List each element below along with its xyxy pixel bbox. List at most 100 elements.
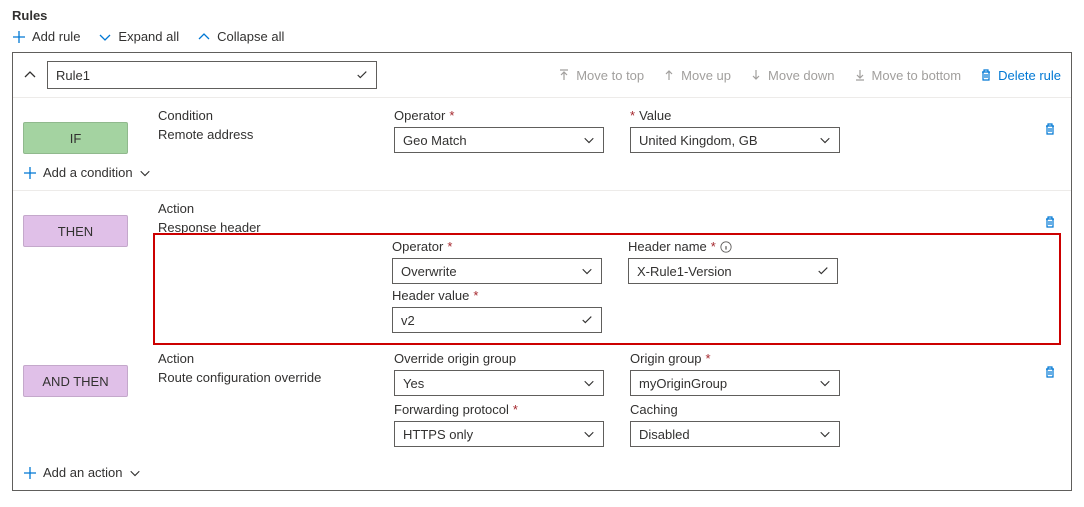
expand-all-label: Expand all xyxy=(118,29,179,44)
chevron-down-icon xyxy=(583,377,595,389)
rules-toolbar: Add rule Expand all Collapse all xyxy=(12,29,1072,44)
caching-label: Caching xyxy=(630,402,860,417)
origin-group-label: Origin group xyxy=(630,351,702,366)
required-marker: * xyxy=(513,402,518,417)
override-origin-value: Yes xyxy=(403,376,424,391)
chevron-down-icon xyxy=(819,134,831,146)
action2-value: Route configuration override xyxy=(158,370,388,385)
trash-icon xyxy=(1043,122,1057,136)
required-marker: * xyxy=(630,108,635,123)
if-section: IF Condition Remote address Operator * G… xyxy=(13,98,1071,159)
add-condition-button[interactable]: Add a condition xyxy=(13,159,1071,190)
trash-icon xyxy=(1043,215,1057,229)
rule-header: Rule1 Move to top Move up Move down Move… xyxy=(13,53,1071,97)
add-action-button[interactable]: Add an action xyxy=(13,459,1071,490)
value-label: Value xyxy=(639,108,671,123)
chevron-down-icon xyxy=(139,167,151,179)
move-bottom-label: Move to bottom xyxy=(872,68,962,83)
required-marker: * xyxy=(706,351,711,366)
chevron-down-icon xyxy=(98,30,112,44)
override-origin-select[interactable]: Yes xyxy=(394,370,604,396)
move-top-icon xyxy=(557,68,571,82)
origin-group-value: myOriginGroup xyxy=(639,376,727,391)
chevron-down-icon xyxy=(583,134,595,146)
override-label: Override origin group xyxy=(394,351,624,366)
arrow-down-icon xyxy=(749,68,763,82)
action1-operator-value: Overwrite xyxy=(401,264,457,279)
chevron-down-icon xyxy=(581,265,593,277)
header-value-value: v2 xyxy=(401,313,415,328)
move-down-label: Move down xyxy=(768,68,834,83)
action-label: Action xyxy=(158,201,388,216)
then-badge: THEN xyxy=(23,215,128,247)
condition-label: Condition xyxy=(158,108,388,123)
and-then-section: AND THEN Action Route configuration over… xyxy=(13,351,1071,453)
collapse-all-label: Collapse all xyxy=(217,29,284,44)
forwarding-protocol-value: HTTPS only xyxy=(403,427,473,442)
required-marker: * xyxy=(711,239,716,254)
check-icon xyxy=(581,314,593,326)
plus-icon xyxy=(12,30,26,44)
delete-action2-button[interactable] xyxy=(1043,351,1061,453)
move-down-button: Move down xyxy=(749,68,834,83)
chevron-down-icon xyxy=(583,428,595,440)
collapse-all-button[interactable]: Collapse all xyxy=(197,29,284,44)
add-condition-label: Add a condition xyxy=(43,165,133,180)
trash-icon xyxy=(979,68,993,82)
and-then-badge: AND THEN xyxy=(23,365,128,397)
highlighted-box: x Operator * Overwrite Header name * X-R… xyxy=(153,233,1061,345)
operator-label: Operator xyxy=(394,108,445,123)
caching-select[interactable]: Disabled xyxy=(630,421,840,447)
move-to-top-button: Move to top xyxy=(557,68,644,83)
condition-operator-value: Geo Match xyxy=(403,133,467,148)
arrow-up-icon xyxy=(662,68,676,82)
protocol-label: Forwarding protocol xyxy=(394,402,509,417)
move-top-label: Move to top xyxy=(576,68,644,83)
if-badge: IF xyxy=(23,122,128,154)
chevron-down-icon xyxy=(129,467,141,479)
header-value-label: Header value xyxy=(392,288,469,303)
origin-group-select[interactable]: myOriginGroup xyxy=(630,370,840,396)
add-rule-button[interactable]: Add rule xyxy=(12,29,80,44)
chevron-up-icon xyxy=(197,30,211,44)
delete-rule-label: Delete rule xyxy=(998,68,1061,83)
condition-value-value: United Kingdom, GB xyxy=(639,133,758,148)
chevron-down-icon xyxy=(819,428,831,440)
add-rule-label: Add rule xyxy=(32,29,80,44)
expand-all-button[interactable]: Expand all xyxy=(98,29,179,44)
rule-name-input[interactable]: Rule1 xyxy=(47,61,377,89)
plus-icon xyxy=(23,466,37,480)
condition-value-select[interactable]: United Kingdom, GB xyxy=(630,127,840,153)
info-icon[interactable] xyxy=(720,241,732,253)
plus-icon xyxy=(23,166,37,180)
required-marker: * xyxy=(473,288,478,303)
move-up-button: Move up xyxy=(662,68,731,83)
rule-name-value: Rule1 xyxy=(56,68,90,83)
condition-operator-select[interactable]: Geo Match xyxy=(394,127,604,153)
add-action-label: Add an action xyxy=(43,465,123,480)
header-name-input[interactable]: X-Rule1-Version xyxy=(628,258,838,284)
required-marker: * xyxy=(449,108,454,123)
header-value-input[interactable]: v2 xyxy=(392,307,602,333)
move-up-label: Move up xyxy=(681,68,731,83)
action1-operator-label: Operator xyxy=(392,239,443,254)
collapse-rule-icon[interactable] xyxy=(23,68,37,82)
delete-rule-button[interactable]: Delete rule xyxy=(979,68,1061,83)
header-name-label: Header name xyxy=(628,239,707,254)
delete-condition-button[interactable] xyxy=(1043,108,1061,159)
check-icon xyxy=(356,69,368,81)
move-to-bottom-button: Move to bottom xyxy=(853,68,962,83)
rule-panel: Rule1 Move to top Move up Move down Move… xyxy=(12,52,1072,491)
required-marker: * xyxy=(447,239,452,254)
move-bottom-icon xyxy=(853,68,867,82)
action2-label: Action xyxy=(158,351,388,366)
header-name-value: X-Rule1-Version xyxy=(637,264,732,279)
caching-value: Disabled xyxy=(639,427,690,442)
forwarding-protocol-select[interactable]: HTTPS only xyxy=(394,421,604,447)
check-icon xyxy=(817,265,829,277)
condition-value: Remote address xyxy=(158,127,388,142)
chevron-down-icon xyxy=(819,377,831,389)
action1-operator-select[interactable]: Overwrite xyxy=(392,258,602,284)
page-title: Rules xyxy=(12,8,1072,23)
trash-icon xyxy=(1043,365,1057,379)
